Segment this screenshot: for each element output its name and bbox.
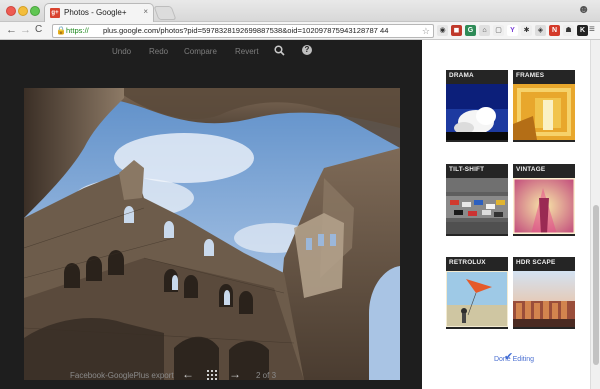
filter-vintage[interactable]: VINTAGE — [513, 164, 575, 236]
compare-button[interactable]: Compare — [184, 47, 217, 56]
minimize-window-button[interactable] — [18, 6, 28, 16]
album-name[interactable]: Facebook-GooglePlus export — [70, 371, 174, 380]
new-tab-button[interactable] — [153, 6, 177, 20]
filter-label: HDR SCAPE — [516, 259, 556, 266]
browser-tab[interactable]: g+ Photos - Google+ × — [44, 3, 154, 22]
filter-preview — [446, 84, 508, 140]
filter-frames[interactable]: FRAMES — [513, 70, 575, 142]
filter-label: DRAMA — [449, 72, 474, 79]
bookmark-star-icon[interactable]: ☆ — [422, 25, 430, 37]
filter-retrolux[interactable]: RETROLUX — [446, 257, 508, 329]
close-window-button[interactable] — [6, 6, 16, 16]
url-text: plus.google.com/photos?pid=5978328192699… — [103, 26, 389, 35]
menu-icon[interactable]: ≡ — [589, 24, 595, 35]
filter-label: TILT-SHIFT — [449, 166, 485, 173]
filter-hdr-scape[interactable]: HDR SCAPE — [513, 257, 575, 329]
browser-toolbar: ← → C 🔒 https:// plus.google.com/photos?… — [0, 22, 600, 40]
back-button[interactable]: ← — [6, 24, 17, 36]
extension-icon-6[interactable]: ✱ — [521, 25, 532, 36]
panel-scrollbar[interactable] — [590, 40, 600, 389]
filter-preview — [513, 271, 575, 327]
filter-label: RETROLUX — [449, 259, 486, 266]
address-bar[interactable]: 🔒 https:// plus.google.com/photos?pid=59… — [52, 24, 434, 38]
tab-close-icon[interactable]: × — [143, 7, 148, 16]
revert-button[interactable]: Revert — [235, 47, 259, 56]
previous-photo-button[interactable]: ← — [182, 367, 194, 381]
photo-editor: Undo Redo Compare Revert ? Facebook-Goog… — [0, 40, 422, 389]
extension-icon-4[interactable]: ⌂ — [479, 25, 490, 36]
url-scheme: https:// — [66, 26, 89, 35]
extension-icon-3[interactable]: G — [465, 25, 476, 36]
redo-button[interactable]: Redo — [149, 47, 168, 56]
extension-icon-7[interactable]: ◈ — [535, 25, 546, 36]
next-photo-button[interactable]: → — [229, 367, 241, 381]
reload-button[interactable]: C — [35, 24, 42, 35]
title-bar: g+ Photos - Google+ × ☻ — [0, 0, 600, 22]
profile-icon[interactable]: ☻ — [577, 2, 590, 16]
abbey-ruins-image — [24, 88, 400, 380]
filter-label: VINTAGE — [516, 166, 546, 173]
extension-icon-5[interactable]: ▢ — [493, 25, 504, 36]
filter-tilt-shift[interactable]: TILT-SHIFT — [446, 164, 508, 236]
lock-icon: 🔒 — [56, 26, 66, 35]
done-editing-button[interactable]: Done Editing — [486, 356, 542, 363]
filter-drama[interactable]: DRAMA — [446, 70, 508, 142]
extension-icon-2[interactable]: ◼ — [451, 25, 462, 36]
filter-preview — [513, 84, 575, 140]
yahoo-extension-icon[interactable]: Y — [507, 25, 518, 36]
undo-button[interactable]: Undo — [112, 47, 131, 56]
filter-preview — [446, 178, 508, 234]
google-plus-favicon-icon: g+ — [50, 8, 60, 18]
extension-icon-10[interactable]: K — [577, 25, 588, 36]
help-icon[interactable]: ? — [302, 45, 312, 55]
filter-preview — [513, 178, 575, 234]
extension-icon-8[interactable]: N — [549, 25, 560, 36]
photo-position: 2 of 3 — [256, 371, 277, 380]
filter-label: FRAMES — [516, 72, 545, 79]
edited-photo — [24, 88, 400, 380]
zoom-search-icon[interactable] — [274, 45, 285, 56]
extension-icon-9[interactable]: ☗ — [563, 25, 574, 36]
forward-button[interactable]: → — [20, 24, 31, 36]
scrollbar-thumb[interactable] — [593, 205, 599, 365]
filter-preview — [446, 271, 508, 327]
extension-icon-1[interactable]: ◉ — [437, 25, 448, 36]
grid-view-icon[interactable] — [207, 370, 217, 380]
tab-title: Photos - Google+ — [64, 8, 127, 17]
zoom-window-button[interactable] — [30, 6, 40, 16]
